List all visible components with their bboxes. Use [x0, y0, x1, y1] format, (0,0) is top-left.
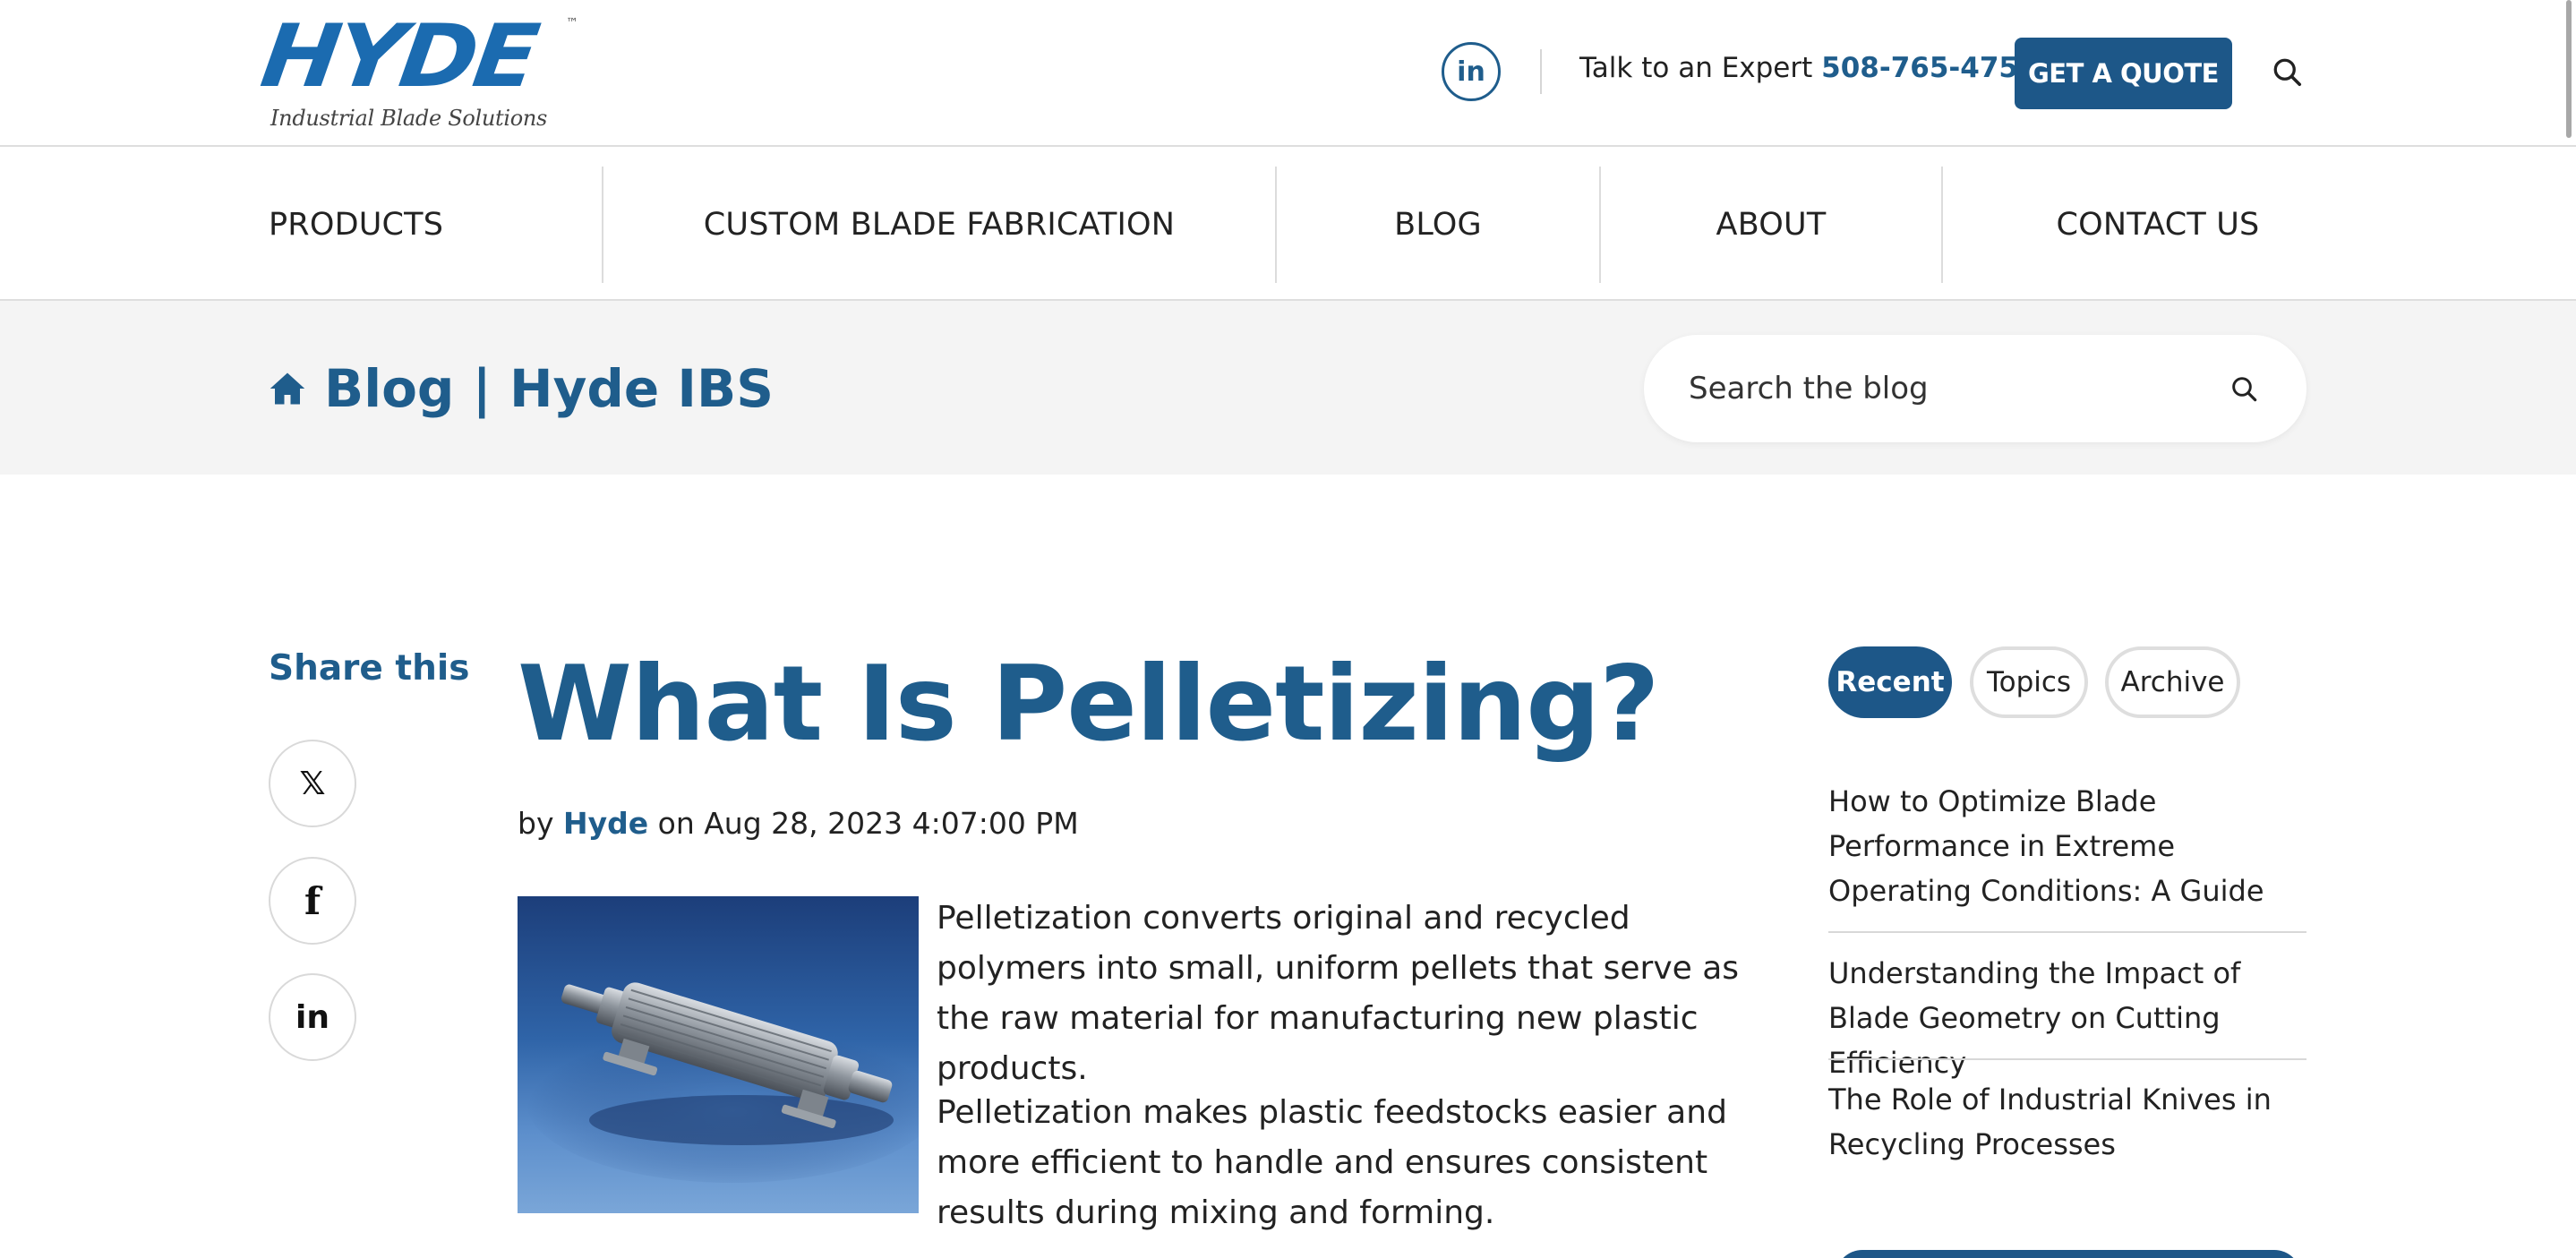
search-icon[interactable]	[2229, 374, 2258, 403]
recent-post-divider	[1828, 1058, 2306, 1060]
logo-tagline: Industrial Blade Solutions	[270, 106, 548, 131]
facebook-icon: f	[304, 878, 321, 923]
home-icon	[270, 372, 305, 405]
recent-post-link[interactable]: How to Optimize Blade Performance in Ext…	[1828, 779, 2312, 913]
share-x-button[interactable]: 𝕏	[269, 740, 356, 827]
phone-link[interactable]: 508-765-4759	[1821, 52, 2037, 84]
linkedin-icon: in	[295, 998, 329, 1036]
page-scrollbar-thumb[interactable]	[2566, 0, 2572, 138]
recent-post-link[interactable]: The Role of Industrial Knives in Recycli…	[1828, 1077, 2312, 1167]
recent-post-link[interactable]: Understanding the Impact of Blade Geomet…	[1828, 951, 2312, 1085]
nav-item-contact-us[interactable]: CONTACT US	[1943, 149, 2373, 301]
expert-label: Talk to an Expert	[1579, 52, 1813, 84]
x-twitter-icon: 𝕏	[299, 765, 326, 802]
article-image-pelletizer-rotor	[518, 896, 919, 1213]
blog-home-link[interactable]: Blog | Hyde IBS	[269, 358, 774, 419]
hyde-logo[interactable]: HYDE ™ Industrial Blade Solutions	[255, 5, 591, 134]
tab-recent[interactable]: Recent	[1828, 646, 1952, 718]
nav-item-products[interactable]: PRODUCTS	[269, 149, 443, 301]
article-byline: by Hyde on Aug 28, 2023 4:07:00 PM	[518, 806, 1079, 841]
get-a-quote-button[interactable]: GET A QUOTE	[2015, 38, 2232, 109]
byline-on: on	[657, 806, 695, 841]
publish-date: Aug 28, 2023 4:07:00 PM	[704, 806, 1079, 841]
nav-item-blog[interactable]: BLOG	[1277, 149, 1599, 301]
sidebar-cta-button[interactable]	[1836, 1250, 2301, 1258]
share-linkedin-button[interactable]: in	[269, 973, 356, 1061]
linkedin-icon[interactable]: in	[1442, 42, 1501, 101]
blog-search-box	[1644, 335, 2306, 442]
article-paragraph: Pelletization makes plastic feedstocks e…	[937, 1094, 1727, 1231]
share-facebook-button[interactable]: f	[269, 857, 356, 945]
logo-wordmark: HYDE	[255, 4, 542, 107]
main-nav: PRODUCTS CUSTOM BLADE FABRICATION BLOG A…	[0, 149, 2576, 301]
logo-trademark: ™	[566, 16, 578, 30]
nav-item-about[interactable]: ABOUT	[1601, 149, 1941, 301]
recent-post-divider	[1828, 931, 2306, 933]
talk-to-expert: Talk to an Expert 508-765-4759	[1579, 52, 2038, 84]
blog-banner: Blog | Hyde IBS	[0, 301, 2576, 475]
article-title: What Is Pelletizing?	[518, 644, 1660, 765]
blog-title: Blog | Hyde IBS	[324, 358, 774, 419]
byline-by: by	[518, 806, 554, 841]
header-divider	[1540, 49, 1542, 94]
search-icon[interactable]	[2271, 56, 2303, 88]
nav-item-custom-blade-fabrication[interactable]: CUSTOM BLADE FABRICATION	[603, 149, 1275, 301]
author-link[interactable]: Hyde	[563, 806, 648, 841]
blog-search-input[interactable]	[1689, 362, 2190, 415]
top-header: HYDE ™ Industrial Blade Solutions in Tal…	[0, 0, 2576, 147]
article-paragraph: Pelletization converts original and recy…	[937, 900, 1740, 1087]
share-label: Share this	[269, 648, 470, 689]
tab-topics[interactable]: Topics	[1970, 646, 2088, 718]
tab-archive[interactable]: Archive	[2105, 646, 2240, 718]
